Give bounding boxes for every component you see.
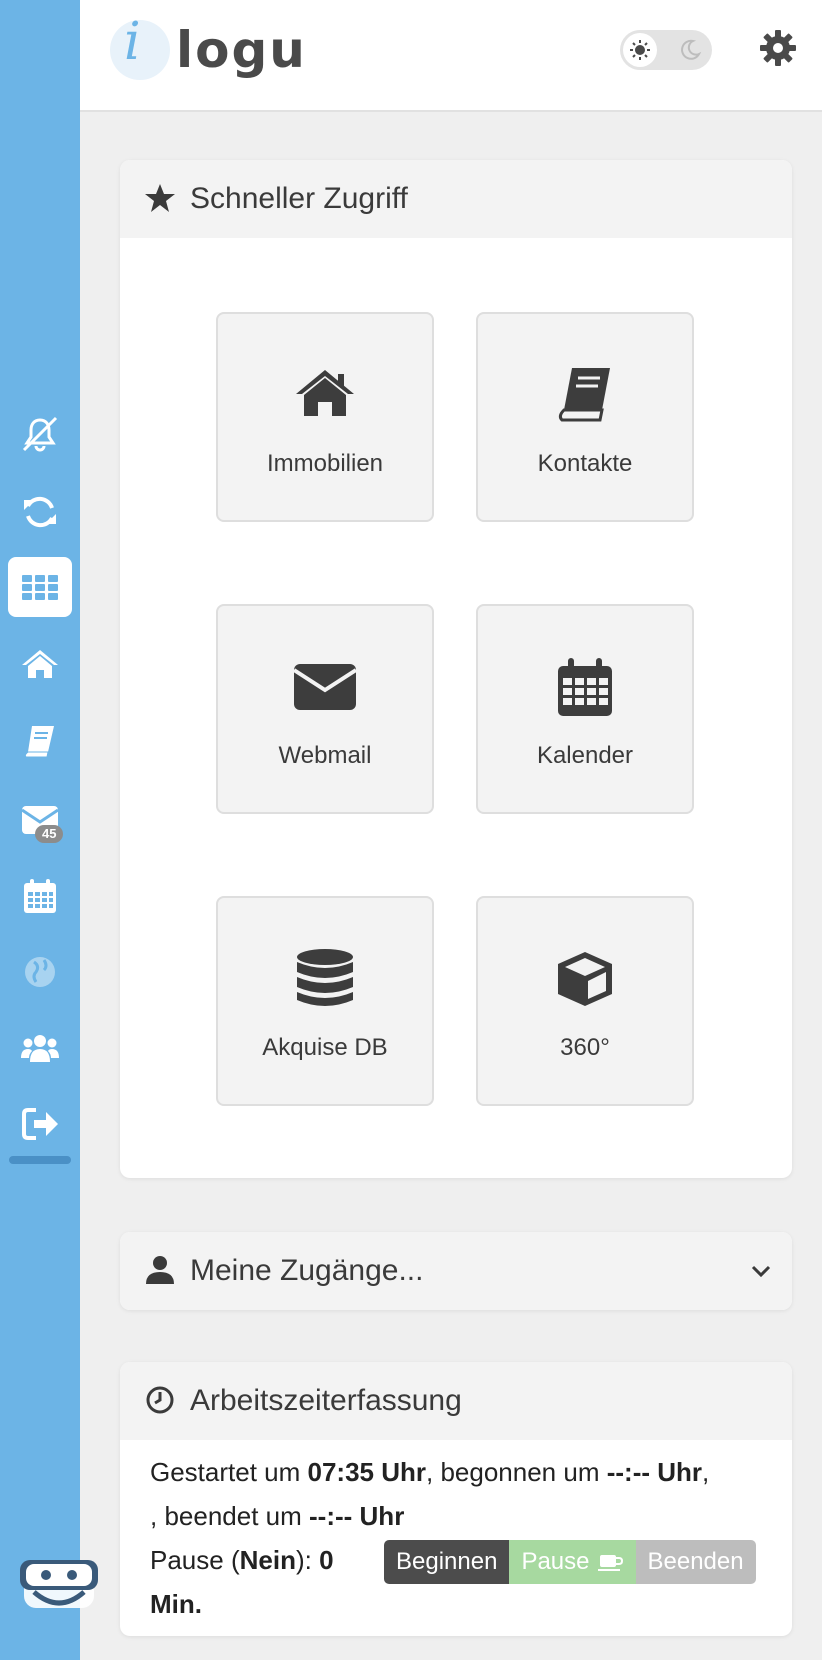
- clock-icon: [146, 1386, 174, 1414]
- grid-icon: [22, 575, 58, 600]
- time-tracking-header: Arbeitszeiterfassung: [120, 1362, 792, 1440]
- theme-toggle[interactable]: [620, 30, 712, 70]
- coffee-icon: [597, 1555, 623, 1571]
- time-tracking-status: Gestartet um 07:35 Uhr, begonnen um --:-…: [150, 1457, 710, 1619]
- sidebar: 45: [0, 0, 98, 1660]
- tile-label: 360°: [560, 1034, 610, 1061]
- pause-label: Pause (: [150, 1545, 240, 1575]
- tile-label: Immobilien: [266, 450, 384, 477]
- time-tracking-card: Arbeitszeiterfassung Gestartet um 07:35 …: [120, 1362, 792, 1636]
- envelope-icon: [294, 664, 356, 710]
- quick-access-title: Schneller Zugriff: [190, 182, 408, 215]
- pause-button[interactable]: Pause: [509, 1540, 636, 1584]
- toggle-knob: [623, 33, 657, 67]
- pause-sep: ):: [295, 1545, 312, 1575]
- sidebar-item-dashboard[interactable]: [8, 557, 72, 617]
- tile-immobilien[interactable]: Immobilien: [216, 312, 434, 522]
- accounts-card[interactable]: Meine Zugänge...: [120, 1232, 792, 1310]
- logo-text: logu: [176, 21, 307, 79]
- tile-label: Akquise DB: [262, 1034, 388, 1061]
- started-label: Gestartet um: [150, 1457, 301, 1487]
- sidebar-item-calendar[interactable]: [8, 866, 72, 926]
- sidebar-item-contacts[interactable]: [8, 712, 72, 772]
- tile-label: Kalender: [536, 742, 634, 769]
- sync-icon: [24, 496, 56, 528]
- users-icon: [21, 1035, 59, 1062]
- calendar-icon: [558, 658, 612, 716]
- quick-access-card: Schneller Zugriff Immobilien Kontakte We…: [120, 160, 792, 1178]
- tile-webmail[interactable]: Webmail: [216, 604, 434, 814]
- accounts-title: Meine Zugänge...: [190, 1254, 424, 1287]
- tile-label: Kontakte: [537, 450, 633, 477]
- chevron-down-icon[interactable]: [748, 1258, 774, 1284]
- begun-time: --:-- Uhr: [606, 1457, 703, 1487]
- sign-out-icon: [22, 1108, 58, 1140]
- begun-label: , begonnen um: [426, 1457, 600, 1487]
- sidebar-item-logout[interactable]: [8, 1094, 72, 1154]
- sidebar-item-properties[interactable]: [8, 634, 72, 694]
- assistant-robot-icon[interactable]: [16, 1548, 102, 1620]
- pause-state: Nein: [239, 1545, 296, 1575]
- user-icon: [146, 1256, 174, 1284]
- tile-kontakte[interactable]: Kontakte: [476, 312, 694, 522]
- begin-button[interactable]: Beginnen: [384, 1540, 510, 1584]
- globe-icon: [25, 957, 55, 987]
- top-header: i logu: [80, 0, 822, 112]
- pause-button-label: Pause: [521, 1548, 590, 1575]
- cube-icon: [558, 952, 612, 1006]
- book-icon: [558, 368, 610, 422]
- accounts-header[interactable]: Meine Zugänge...: [120, 1232, 792, 1310]
- started-time: 07:35 Uhr: [307, 1457, 427, 1487]
- ended-label: , beendet um: [150, 1501, 302, 1531]
- sidebar-item-team[interactable]: [8, 1018, 72, 1078]
- ended-time: --:-- Uhr: [309, 1501, 405, 1531]
- quick-access-header: Schneller Zugriff: [120, 160, 792, 238]
- database-icon: [297, 949, 353, 1006]
- moon-icon: [681, 39, 702, 60]
- home-icon: [296, 370, 354, 416]
- sun-icon: [630, 40, 650, 60]
- sidebar-item-web[interactable]: [8, 942, 72, 1002]
- tile-label: Webmail: [278, 742, 372, 769]
- time-tracking-actions: Beginnen Pause Beenden: [384, 1540, 756, 1584]
- time-tracking-title: Arbeitszeiterfassung: [190, 1384, 462, 1417]
- mail-count-badge: 45: [35, 825, 64, 843]
- tile-akquise-db[interactable]: Akquise DB: [216, 896, 434, 1106]
- star-icon: [145, 184, 175, 212]
- gear-icon[interactable]: [758, 28, 798, 68]
- sidebar-item-mail[interactable]: 45: [8, 790, 72, 850]
- sidebar-item-notifications[interactable]: [8, 404, 72, 464]
- tile-360[interactable]: 360°: [476, 896, 694, 1106]
- book-icon: [24, 726, 54, 758]
- bell-slash-icon: [22, 416, 58, 452]
- sidebar-item-sync[interactable]: [8, 482, 72, 542]
- sidebar-scroll-indicator[interactable]: [9, 1156, 71, 1164]
- tile-kalender[interactable]: Kalender: [476, 604, 694, 814]
- end-button[interactable]: Beenden: [635, 1540, 756, 1584]
- logo-mark: i: [124, 12, 141, 72]
- home-icon: [22, 650, 58, 678]
- calendar-icon: [24, 879, 56, 913]
